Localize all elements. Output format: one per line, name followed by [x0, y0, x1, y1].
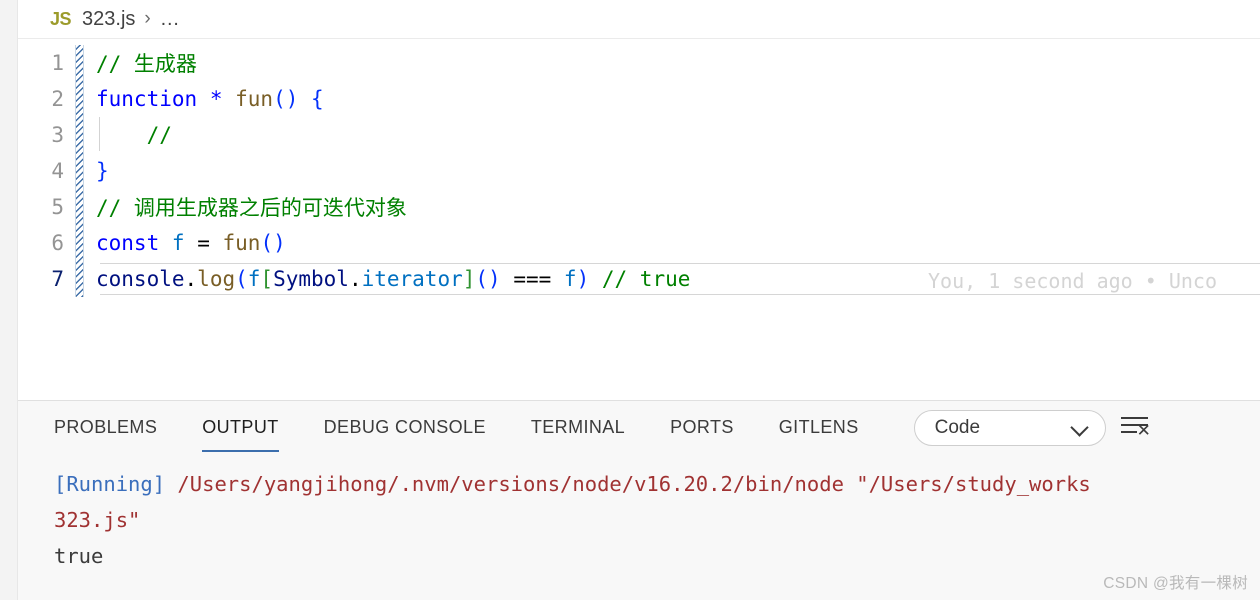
- tab-debug-console[interactable]: DEBUG CONSOLE: [324, 401, 486, 454]
- token-function-name: fun: [235, 87, 274, 111]
- tab-gitlens[interactable]: GITLENS: [779, 401, 859, 454]
- code-lines: 1 // 生成器 2 function * fun() { 3 // 4 } 5…: [18, 39, 1260, 297]
- tab-output[interactable]: OUTPUT: [202, 401, 280, 454]
- clear-line-1: [1120, 416, 1148, 419]
- editor-line[interactable]: 2 function * fun() {: [18, 81, 1260, 117]
- code-editor[interactable]: 1 // 生成器 2 function * fun() { 3 // 4 } 5…: [18, 38, 1260, 400]
- panel-tabs: PROBLEMS OUTPUT DEBUG CONSOLE TERMINAL P…: [54, 401, 904, 454]
- workbench: JS 323.js › … 1 // 生成器 2 function * fun(…: [18, 0, 1260, 600]
- line-number: 2: [51, 87, 64, 111]
- line-number: 4: [51, 159, 64, 183]
- token-parens: (): [273, 87, 299, 111]
- output-channel-select[interactable]: Code: [913, 409, 1106, 446]
- line-content[interactable]: console.log(f[Symbol.iterator]() === f) …: [96, 267, 690, 291]
- line-number: 7: [51, 267, 64, 291]
- token-bracket-open: [: [260, 267, 274, 291]
- editor-line[interactable]: 3 //: [18, 117, 1260, 153]
- token-generator-star: *: [209, 87, 223, 111]
- line-content[interactable]: function * fun() {: [96, 87, 324, 111]
- breadcrumb: JS 323.js › …: [18, 0, 1260, 38]
- git-blame-annotation[interactable]: You, 1 second ago • Unco: [928, 269, 1217, 293]
- token-symbol: Symbol: [273, 267, 349, 291]
- panel-header: PROBLEMS OUTPUT DEBUG CONSOLE TERMINAL P…: [18, 401, 1260, 454]
- line-number: 1: [51, 51, 64, 75]
- vscode-window: JS 323.js › … 1 // 生成器 2 function * fun(…: [0, 0, 1260, 600]
- output-command-line-1: /Users/yangjihong/.nvm/versions/node/v16…: [165, 472, 1091, 496]
- tab-ports[interactable]: PORTS: [670, 401, 734, 454]
- line-content[interactable]: // 生成器: [96, 48, 197, 78]
- activity-bar-edge: [0, 0, 18, 600]
- token-method: log: [197, 267, 236, 291]
- line-content[interactable]: const f = fun(): [96, 231, 286, 255]
- editor-line-active[interactable]: 7 console.log(f[Symbol.iterator]() === f…: [18, 261, 1260, 297]
- editor-line[interactable]: 6 const f = fun(): [18, 225, 1260, 261]
- breadcrumb-overflow[interactable]: …: [160, 8, 181, 31]
- token-brace-open: {: [311, 87, 324, 111]
- token-comment: // 调用生成器之后的可迭代对象: [96, 196, 407, 220]
- chevron-right-icon: ›: [144, 8, 151, 29]
- token-comment: //: [146, 123, 172, 147]
- token-object: console: [96, 267, 185, 291]
- token-bracket-close: ]: [462, 267, 476, 291]
- line-number: 5: [51, 195, 64, 219]
- token-call-parens: (): [475, 267, 501, 291]
- editor-line[interactable]: 5 // 调用生成器之后的可迭代对象: [18, 189, 1260, 225]
- token-keyword: const: [96, 231, 160, 255]
- line-content[interactable]: //: [96, 123, 172, 147]
- line-content[interactable]: // 调用生成器之后的可迭代对象: [96, 192, 407, 222]
- token-parens: (): [260, 231, 286, 255]
- token-operator: =: [197, 231, 210, 255]
- bottom-panel: PROBLEMS OUTPUT DEBUG CONSOLE TERMINAL P…: [18, 400, 1260, 600]
- token-paren-open: (: [235, 267, 248, 291]
- output-content[interactable]: [Running] /Users/yangjihong/.nvm/version…: [18, 454, 1260, 600]
- token-comment: // true: [589, 267, 691, 291]
- token-variable: f: [171, 231, 185, 255]
- clear-output-icon[interactable]: ✕: [1120, 415, 1151, 441]
- output-command-line-2: 323.js": [54, 508, 141, 532]
- csdn-watermark: CSDN @我有一棵树: [1103, 575, 1248, 592]
- token-variable: f: [563, 267, 577, 291]
- token-brace-close: }: [96, 159, 109, 183]
- chevron-down-icon: [1072, 419, 1089, 436]
- editor-line[interactable]: 4 }: [18, 153, 1260, 189]
- tab-terminal[interactable]: TERMINAL: [531, 401, 625, 454]
- js-file-icon: JS: [50, 8, 72, 29]
- token-dot: .: [348, 267, 362, 291]
- clear-line-3: [1120, 430, 1137, 433]
- token-comment: // 生成器: [96, 52, 197, 76]
- token-operator: ===: [500, 267, 564, 291]
- editor-line[interactable]: 1 // 生成器: [18, 45, 1260, 81]
- output-running-label: [Running]: [54, 472, 166, 496]
- line-content[interactable]: }: [96, 159, 109, 183]
- output-result: true: [54, 544, 104, 568]
- clear-x-glyph: ✕: [1136, 420, 1151, 441]
- token-variable: f: [247, 267, 261, 291]
- panel-actions: Code ✕: [913, 409, 1151, 446]
- line-number: 3: [51, 123, 64, 147]
- token-dot: .: [184, 267, 198, 291]
- token-paren-close: ): [576, 267, 590, 291]
- output-channel-value: Code: [934, 416, 981, 438]
- line-number: 6: [51, 231, 64, 255]
- token-function-name: fun: [222, 231, 261, 255]
- token-property: iterator: [361, 267, 463, 291]
- tab-problems[interactable]: PROBLEMS: [54, 401, 157, 454]
- breadcrumb-file-name[interactable]: 323.js: [82, 8, 135, 31]
- token-keyword: function: [96, 87, 198, 111]
